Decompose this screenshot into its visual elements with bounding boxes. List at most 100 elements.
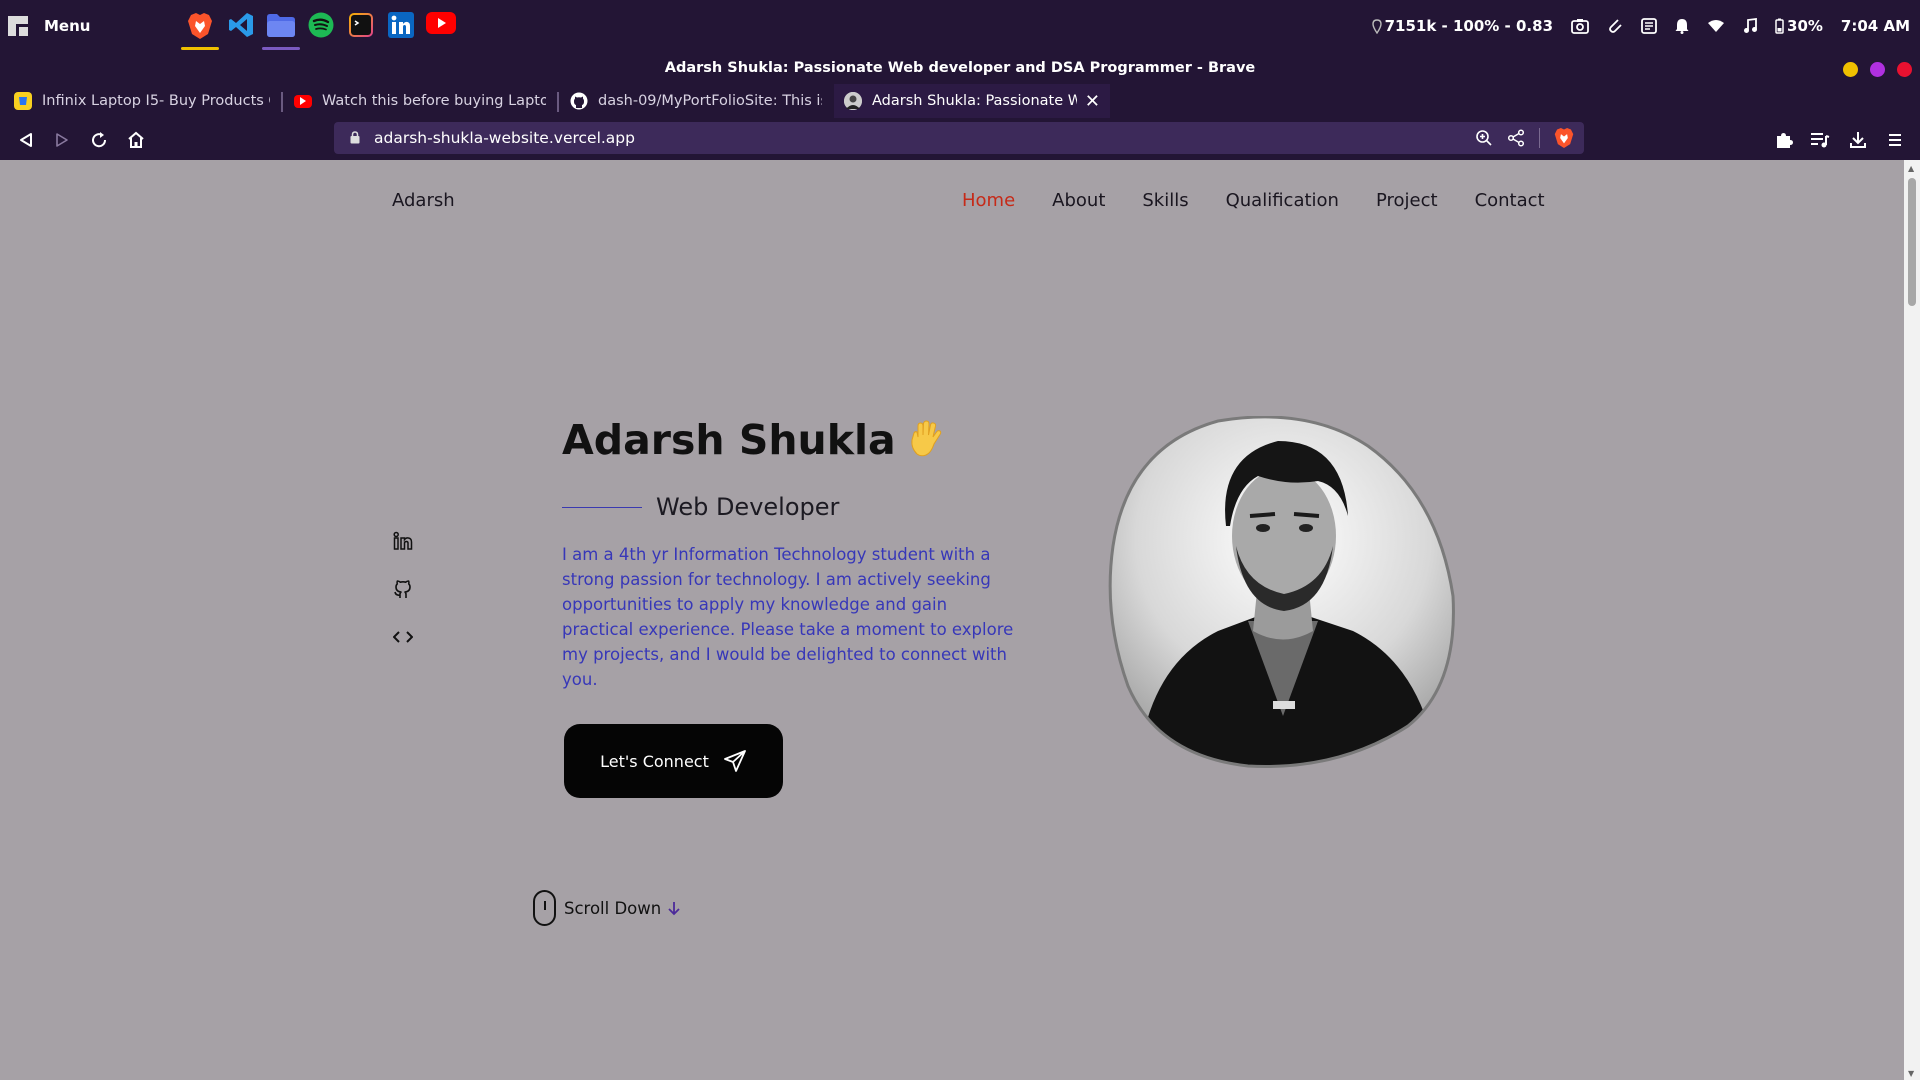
github-link[interactable] xyxy=(392,578,414,600)
hero-title: Adarsh Shukla xyxy=(562,416,946,464)
close-window-button[interactable] xyxy=(1897,62,1912,77)
profile-photo xyxy=(1108,416,1455,768)
hero-subtitle: Web Developer xyxy=(562,493,839,521)
back-button[interactable] xyxy=(14,128,38,152)
tab-label: Watch this before buying Laptop xyxy=(322,93,546,109)
notification-bell-icon[interactable] xyxy=(1675,18,1689,34)
nav-home[interactable]: Home xyxy=(962,190,1015,211)
close-tab-icon[interactable]: ✕ xyxy=(1085,91,1100,112)
back-arrow-icon xyxy=(20,133,32,147)
reload-icon xyxy=(92,132,107,148)
address-bar[interactable]: adarsh-shukla-website.vercel.app xyxy=(334,122,1584,154)
waving-hand-icon xyxy=(911,420,941,457)
linkedin-icon xyxy=(388,12,414,38)
spotify-launcher[interactable] xyxy=(301,8,341,50)
puzzle-icon xyxy=(1777,133,1793,148)
window-controls xyxy=(1843,62,1912,77)
linkedin-link[interactable] xyxy=(392,530,414,552)
nav-skills[interactable]: Skills xyxy=(1142,190,1188,211)
subtitle-text: Web Developer xyxy=(656,493,840,521)
site-nav: Home About Skills Qualification Project … xyxy=(962,190,1545,211)
nav-about[interactable]: About xyxy=(1052,190,1105,211)
flipkart-icon xyxy=(14,92,32,110)
tab-flipkart[interactable]: Infinix Laptop I5- Buy Products Online xyxy=(4,84,280,118)
scroll-down-label: Scroll Down xyxy=(564,898,662,918)
maximize-button[interactable] xyxy=(1870,62,1885,77)
url-text[interactable]: adarsh-shukla-website.vercel.app xyxy=(374,129,635,147)
location-pin-icon xyxy=(1371,18,1382,34)
brave-shields-icon[interactable] xyxy=(1554,127,1574,149)
hamburger-menu-icon xyxy=(1889,134,1901,146)
social-links xyxy=(392,530,414,648)
nav-project[interactable]: Project xyxy=(1376,190,1438,211)
nav-contact[interactable]: Contact xyxy=(1475,190,1545,211)
brave-icon xyxy=(188,13,212,39)
clock[interactable]: 7:04 AM xyxy=(1841,17,1910,35)
window-title: Adarsh Shukla: Passionate Web developer … xyxy=(664,60,1256,76)
subtitle-accent-line xyxy=(562,506,642,508)
downloads-button[interactable] xyxy=(1846,128,1870,152)
code-icon xyxy=(393,631,413,643)
playlist-icon xyxy=(1811,133,1830,148)
minimize-button[interactable] xyxy=(1843,62,1858,77)
site-logo[interactable]: Adarsh xyxy=(392,190,455,211)
window-titlebar: Adarsh Shukla: Passionate Web developer … xyxy=(0,52,1920,84)
tab-label: Infinix Laptop I5- Buy Products Online xyxy=(42,93,270,109)
active-indicator xyxy=(181,47,219,50)
avatar-icon xyxy=(844,92,862,110)
tab-strip: Infinix Laptop I5- Buy Products Online W… xyxy=(0,84,1920,193)
mouse-icon xyxy=(533,890,556,926)
system-tray: 7151k - 100% - 0.83 30% 7:04 AM xyxy=(1371,14,1910,38)
lets-connect-label: Let's Connect xyxy=(600,751,709,771)
youtube-icon xyxy=(294,94,312,108)
address-bar-tools xyxy=(1475,127,1574,149)
tab-separator xyxy=(281,92,283,112)
brave-launcher[interactable] xyxy=(180,8,220,50)
battery-indicator[interactable]: 30% xyxy=(1775,17,1823,35)
github-icon xyxy=(570,92,588,110)
scroll-down-link[interactable]: Scroll Down xyxy=(533,890,681,926)
terminal-icon xyxy=(349,13,373,37)
scroll-thumb[interactable] xyxy=(1908,178,1916,306)
tab-label: Adarsh Shukla: Passionate Web xyxy=(872,93,1077,109)
linkedin-icon xyxy=(393,531,413,550)
scroll-down-arrow-icon[interactable]: ▼ xyxy=(1908,1069,1914,1078)
zoom-icon[interactable] xyxy=(1475,129,1493,147)
tab-separator xyxy=(557,92,559,112)
files-launcher[interactable] xyxy=(261,8,301,50)
tab-youtube[interactable]: Watch this before buying Laptop xyxy=(284,84,556,118)
vscode-launcher[interactable] xyxy=(221,8,261,50)
page-scrollbar[interactable]: ▲ ▼ xyxy=(1904,160,1920,1080)
screenshot-icon[interactable] xyxy=(1571,18,1589,34)
music-icon[interactable] xyxy=(1743,18,1758,34)
notes-icon[interactable] xyxy=(1641,18,1657,34)
download-icon xyxy=(1850,132,1866,148)
linkedin-launcher[interactable] xyxy=(381,8,421,50)
playlist-button[interactable] xyxy=(1808,128,1832,152)
home-button[interactable] xyxy=(124,128,148,152)
active-indicator xyxy=(262,47,300,50)
share-icon[interactable] xyxy=(1507,129,1525,147)
browser-menu-button[interactable] xyxy=(1883,128,1907,152)
reload-button[interactable] xyxy=(87,128,111,152)
resource-stats: 7151k - 100% - 0.83 xyxy=(1384,17,1554,35)
terminal-launcher[interactable] xyxy=(341,8,381,50)
scroll-up-arrow-icon[interactable]: ▲ xyxy=(1908,164,1914,173)
tab-github[interactable]: dash-09/MyPortFolioSite: This is my xyxy=(560,84,832,118)
home-icon xyxy=(128,131,144,148)
github-icon xyxy=(394,580,411,598)
wifi-icon[interactable] xyxy=(1707,19,1725,33)
browser-toolbar: adarsh-shukla-website.vercel.app xyxy=(0,118,1920,160)
tab-portfolio[interactable]: Adarsh Shukla: Passionate Web ✕ xyxy=(834,84,1110,118)
code-link[interactable] xyxy=(392,626,414,648)
resource-monitor[interactable]: 7151k - 100% - 0.83 xyxy=(1371,17,1554,35)
clipboard-icon[interactable] xyxy=(1607,17,1623,35)
forward-button[interactable] xyxy=(50,128,74,152)
forward-arrow-icon xyxy=(56,133,68,147)
nav-qualification[interactable]: Qualification xyxy=(1226,190,1339,211)
youtube-launcher[interactable] xyxy=(421,8,461,50)
lock-icon[interactable] xyxy=(350,131,360,144)
lets-connect-button[interactable]: Let's Connect xyxy=(564,724,783,798)
system-menu-button[interactable]: Menu xyxy=(8,15,90,37)
extensions-button[interactable] xyxy=(1772,128,1796,152)
